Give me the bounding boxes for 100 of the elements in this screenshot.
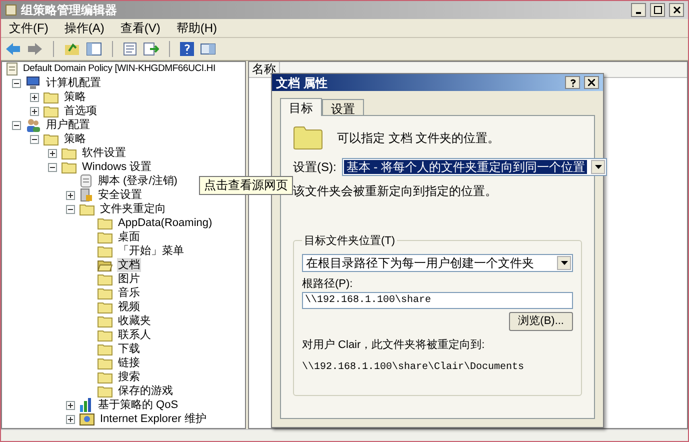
menu-item[interactable]: 文件(F) <box>9 19 48 37</box>
help-button[interactable] <box>565 76 580 89</box>
dialog-title: 文档 属性 <box>276 74 328 92</box>
tree-item[interactable]: 文件夹重定向 <box>99 202 167 216</box>
folder-icon <box>97 370 113 384</box>
minimize-button[interactable] <box>631 3 646 17</box>
forward-arrow-icon[interactable] <box>27 42 43 56</box>
tree-item[interactable]: 音乐 <box>117 286 141 300</box>
tree-item[interactable]: 「开始」菜单 <box>117 244 185 258</box>
folder-icon <box>293 126 323 150</box>
collapse-toggle[interactable] <box>48 162 57 172</box>
tree-item[interactable]: 文档 <box>117 258 141 272</box>
tree-item[interactable]: 下载 <box>117 342 141 356</box>
folder-icon <box>97 300 113 314</box>
dropdown-caret-icon[interactable] <box>591 160 606 174</box>
dropdown-caret-icon[interactable] <box>557 256 571 270</box>
tree-item[interactable]: AppData(Roaming) <box>117 216 214 230</box>
menu-item[interactable]: 查看(V) <box>120 19 160 37</box>
expand-toggle[interactable] <box>30 92 39 102</box>
help-icon[interactable] <box>180 42 194 56</box>
setting-label: 设置(S): <box>293 159 336 176</box>
collapse-toggle[interactable] <box>12 120 21 130</box>
tree-item[interactable]: 链接 <box>117 356 141 370</box>
minus-icon <box>68 206 73 212</box>
tree-item[interactable]: Internet Explorer 维护 <box>99 412 208 426</box>
plus-icon <box>32 94 37 100</box>
tree-item[interactable]: 基于策略的 QoS <box>97 398 180 412</box>
close-icon <box>672 6 680 14</box>
collapse-toggle[interactable] <box>12 78 21 88</box>
menu-item[interactable]: 操作(A) <box>64 19 104 37</box>
tree-item[interactable]: 策略 <box>63 132 87 146</box>
tree-item[interactable]: 收藏夹 <box>117 314 152 328</box>
menu-item[interactable]: 帮助(H) <box>176 19 217 37</box>
maximize-button[interactable] <box>650 3 665 17</box>
maximize-icon <box>654 6 662 14</box>
tree-item[interactable]: 软件设置 <box>81 146 127 160</box>
root-path-field[interactable]: \\192.168.1.100\share <box>302 292 573 309</box>
tree-item[interactable]: 联系人 <box>117 328 152 342</box>
open-folder-icon <box>97 258 113 272</box>
folder-up-icon[interactable] <box>64 42 80 56</box>
folder-icon <box>61 146 77 160</box>
folder-icon <box>79 202 95 216</box>
collapse-toggle[interactable] <box>66 204 75 214</box>
close-button[interactable] <box>584 76 599 89</box>
minus-icon <box>32 136 37 142</box>
tree-item[interactable]: 首选项 <box>63 104 98 118</box>
tab[interactable]: 设置 <box>322 99 364 115</box>
location-dropdown[interactable]: 在根目录路径下为每一用户创建一个文件夹 <box>302 254 573 272</box>
result-path: \\192.168.1.100\share\Clair\Documents <box>302 360 526 374</box>
folder-icon <box>97 384 113 398</box>
tree-item[interactable]: 脚本 (登录/注销) <box>97 174 178 188</box>
tree-item[interactable]: 保存的游戏 <box>117 384 174 398</box>
folder-icon <box>43 90 59 104</box>
question-icon <box>570 78 576 86</box>
minus-icon <box>50 164 55 170</box>
folder-icon <box>97 286 113 300</box>
window-title: 组策略管理编辑器 <box>21 2 118 19</box>
folder-icon <box>43 132 59 146</box>
expand-toggle[interactable] <box>66 400 75 410</box>
tree-item[interactable]: 用户配置 <box>45 118 91 132</box>
collapse-toggle[interactable] <box>30 134 39 144</box>
root-path-label: 根路径(P): <box>302 276 354 292</box>
tab[interactable]: 目标 <box>280 98 322 116</box>
tree-item[interactable]: 安全设置 <box>97 188 143 202</box>
tooltip: 点击查看源网页 <box>199 176 293 195</box>
minus-icon <box>14 122 19 128</box>
tree-item[interactable]: Default Domain Policy [WIN-KHGDMF66UCI.HI <box>22 62 216 76</box>
folder-icon <box>43 104 59 118</box>
tree-item[interactable]: 图片 <box>117 272 141 286</box>
folder-icon <box>97 356 113 370</box>
plus-icon <box>68 416 73 422</box>
view-pane-icon[interactable] <box>200 42 216 56</box>
tree-item[interactable]: 搜索 <box>117 370 141 384</box>
tree-item[interactable]: 计算机配置 <box>45 76 102 90</box>
group-title: 目标文件夹位置(T) <box>302 233 398 250</box>
tree-item[interactable]: 视频 <box>117 300 141 314</box>
folder-icon <box>97 328 113 342</box>
folder-icon <box>61 160 77 174</box>
tree-pane-icon[interactable] <box>86 42 102 56</box>
expand-toggle[interactable] <box>66 190 75 200</box>
folder-icon <box>97 342 113 356</box>
folder-icon <box>97 230 113 244</box>
back-arrow-icon[interactable] <box>5 42 21 56</box>
users-icon <box>25 118 41 132</box>
tree-item[interactable]: 桌面 <box>117 230 141 244</box>
expand-toggle[interactable] <box>66 414 75 424</box>
horizontal-scrollbar[interactable] <box>1 429 688 441</box>
intro-text: 可以指定 文档 文件夹的位置。 <box>337 130 500 147</box>
tree-item[interactable]: Windows 设置 <box>81 160 153 174</box>
export-icon[interactable] <box>143 42 159 56</box>
close-button[interactable] <box>669 3 684 17</box>
tree-item[interactable]: 策略 <box>63 90 87 104</box>
folder-icon <box>97 216 113 230</box>
result-label: 对用户 Clair，此文件夹将被重定向到: <box>302 338 486 353</box>
properties-icon[interactable] <box>123 42 137 56</box>
setting-dropdown[interactable]: 基本 - 将每个人的文件夹重定向到同一个位置 <box>342 158 608 176</box>
expand-toggle[interactable] <box>30 106 39 116</box>
browse-button[interactable]: 浏览(B)... <box>509 312 573 331</box>
expand-toggle[interactable] <box>48 148 57 158</box>
folder-icon <box>97 314 113 328</box>
